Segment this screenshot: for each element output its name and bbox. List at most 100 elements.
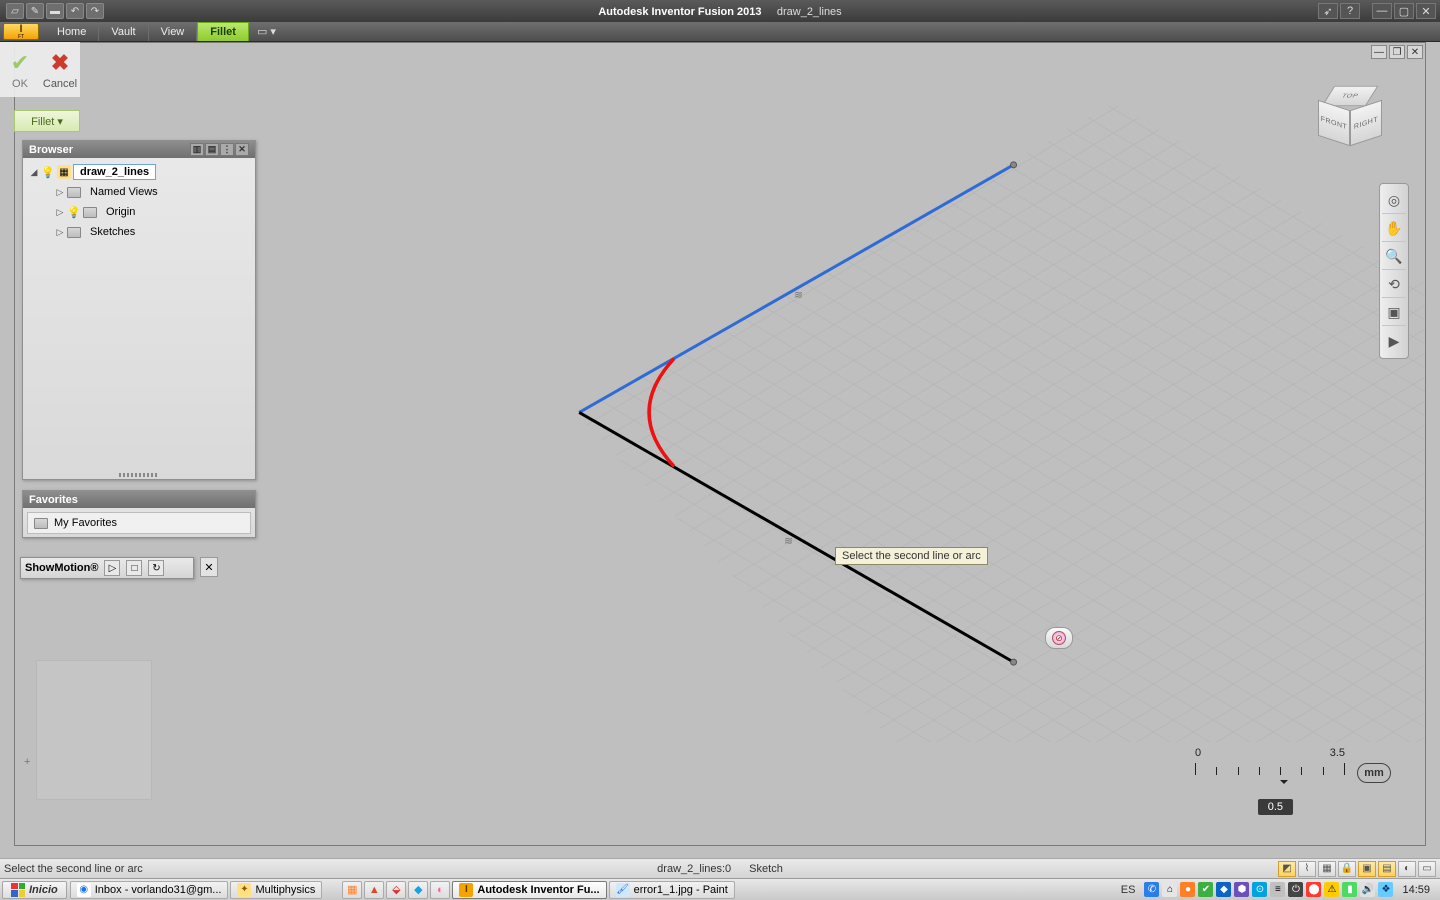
tray-icon[interactable]: ◆ bbox=[1216, 882, 1231, 897]
sb-btn-6[interactable]: ▤ bbox=[1378, 861, 1396, 877]
nav-play-icon[interactable]: ▶ bbox=[1382, 328, 1406, 354]
taskbar-item[interactable]: ✦ Multiphysics bbox=[230, 881, 322, 899]
tab-view[interactable]: View bbox=[149, 22, 198, 41]
tree-item-sketches[interactable]: ▷ Sketches bbox=[25, 222, 253, 242]
doc-restore-button[interactable]: ❐ bbox=[1389, 45, 1405, 59]
taskbar-item-active[interactable]: I Autodesk Inventor Fu... bbox=[452, 881, 606, 899]
taskbar-item-label: error1_1.jpg - Paint bbox=[634, 884, 728, 896]
sb-btn-2[interactable]: ⌇ bbox=[1298, 861, 1316, 877]
windows-flag-icon bbox=[11, 883, 25, 897]
app-name: Autodesk Inventor Fusion 2013 bbox=[598, 6, 761, 18]
tray-icon[interactable]: ⬤ bbox=[1306, 882, 1321, 897]
tray-volume-icon[interactable]: 🔊 bbox=[1360, 882, 1375, 897]
tray-icon[interactable]: ▮ bbox=[1342, 882, 1357, 897]
tree-root[interactable]: ◢ 💡 ▦ draw_2_lines bbox=[25, 162, 253, 182]
help-icon[interactable]: ? bbox=[1340, 3, 1360, 19]
ok-label: OK bbox=[12, 78, 28, 90]
app-menu-button[interactable]: IFT bbox=[3, 23, 39, 40]
panel-close-button[interactable]: ✕ bbox=[235, 143, 249, 156]
sb-btn-8[interactable]: ▭ bbox=[1418, 861, 1436, 877]
tray-icon[interactable]: ⬢ bbox=[1234, 882, 1249, 897]
browser-header[interactable]: Browser ▥ ▤ ⋮ ✕ bbox=[23, 141, 255, 158]
tray-icon[interactable]: ● bbox=[1180, 882, 1195, 897]
nav-orbit-icon[interactable]: ⟲ bbox=[1382, 272, 1406, 298]
nav-lookat-icon[interactable]: ▣ bbox=[1382, 300, 1406, 326]
fillet-dropdown[interactable]: Fillet ▾ bbox=[14, 110, 80, 132]
document-name: draw_2_lines bbox=[777, 6, 842, 18]
tree-root-label[interactable]: draw_2_lines bbox=[73, 164, 156, 180]
nav-zoom-icon[interactable]: 🔍 bbox=[1382, 244, 1406, 270]
add-panel-button[interactable]: + bbox=[24, 756, 30, 768]
expander-icon[interactable]: ◢ bbox=[29, 167, 39, 178]
showmotion-stop-icon[interactable]: □ bbox=[126, 560, 142, 576]
nav-wheel-icon[interactable]: ◎ bbox=[1382, 188, 1406, 214]
tree-label: Named Views bbox=[83, 184, 165, 200]
qat-new-icon[interactable]: ▱ bbox=[6, 3, 24, 19]
viewcube-right[interactable]: RIGHT bbox=[1350, 100, 1382, 146]
quicklaunch-icon[interactable]: ◐ bbox=[430, 881, 450, 899]
unit-pill[interactable]: mm bbox=[1357, 763, 1391, 783]
svg-text:≋: ≋ bbox=[784, 535, 793, 547]
taskbar-item[interactable]: 🖌 error1_1.jpg - Paint bbox=[609, 881, 735, 899]
qat-open-icon[interactable]: ✎ bbox=[26, 3, 44, 19]
expander-icon[interactable]: ▷ bbox=[55, 207, 65, 218]
panel-btn-2[interactable]: ▤ bbox=[205, 143, 219, 156]
sb-btn-5[interactable]: ▣ bbox=[1358, 861, 1376, 877]
minimize-button[interactable]: — bbox=[1372, 3, 1392, 19]
doc-minimize-button[interactable]: — bbox=[1371, 45, 1387, 59]
showmotion-play-icon[interactable]: ▷ bbox=[104, 560, 120, 576]
qat-undo-icon[interactable]: ↶ bbox=[66, 3, 84, 19]
qat-redo-icon[interactable]: ↷ bbox=[86, 3, 104, 19]
close-button[interactable]: ✕ bbox=[1416, 3, 1436, 19]
quicklaunch-icon[interactable]: ⬙ bbox=[386, 881, 406, 899]
tray-icon[interactable]: ⌂ bbox=[1162, 882, 1177, 897]
sb-btn-3[interactable]: ▦ bbox=[1318, 861, 1336, 877]
maximize-button[interactable]: ▢ bbox=[1394, 3, 1414, 19]
panel-resize-handle[interactable] bbox=[119, 473, 159, 477]
expander-icon[interactable]: ▷ bbox=[55, 187, 65, 198]
tab-fillet[interactable]: Fillet bbox=[197, 22, 249, 41]
sb-btn-1[interactable]: ◩ bbox=[1278, 861, 1296, 877]
quicklaunch-icon[interactable]: ▲ bbox=[364, 881, 384, 899]
tray-icon[interactable]: ⊙ bbox=[1252, 882, 1267, 897]
viewcube-front[interactable]: FRONT bbox=[1318, 100, 1350, 146]
tab-vault[interactable]: Vault bbox=[99, 22, 148, 41]
ok-button[interactable]: ✔ OK bbox=[0, 42, 40, 97]
tray-icon[interactable]: ⚠ bbox=[1324, 882, 1339, 897]
expander-icon[interactable]: ▷ bbox=[55, 227, 65, 238]
favorites-header[interactable]: Favorites bbox=[23, 491, 255, 508]
ribbon-toggle-icon[interactable]: ▭ ▾ bbox=[249, 22, 284, 41]
nav-pan-icon[interactable]: ✋ bbox=[1382, 216, 1406, 242]
tray-icon[interactable]: ✔ bbox=[1198, 882, 1213, 897]
tree-item-origin[interactable]: ▷ 💡 Origin bbox=[25, 202, 253, 222]
panel-btn-3[interactable]: ⋮ bbox=[220, 143, 234, 156]
clock[interactable]: 14:59 bbox=[1396, 884, 1436, 896]
bulb-icon[interactable]: 💡 bbox=[67, 205, 81, 219]
cancel-button[interactable]: ✖ Cancel bbox=[40, 42, 80, 97]
bulb-icon[interactable]: 💡 bbox=[41, 165, 55, 179]
constraint-badge-icon[interactable]: ⊘ bbox=[1045, 627, 1073, 649]
tray-icon[interactable]: ✆ bbox=[1144, 882, 1159, 897]
language-indicator[interactable]: ES bbox=[1121, 884, 1136, 896]
taskbar-item[interactable]: ◉ Inbox - vorlando31@gm... bbox=[70, 881, 229, 899]
start-button[interactable]: Inicio bbox=[2, 881, 67, 899]
quicklaunch-icon[interactable]: ◆ bbox=[408, 881, 428, 899]
tray-icon[interactable]: ❖ bbox=[1378, 882, 1393, 897]
tray-icon[interactable]: ⏻ bbox=[1288, 882, 1303, 897]
panel-btn-1[interactable]: ▥ bbox=[190, 143, 204, 156]
showmotion-close-button[interactable]: ✕ bbox=[200, 557, 218, 577]
tray-icon[interactable]: ≡ bbox=[1270, 882, 1285, 897]
view-cube[interactable]: TOP FRONT RIGHT bbox=[1315, 83, 1385, 153]
pointer-icon[interactable]: ➶ bbox=[1318, 3, 1338, 19]
system-tray: ES ✆ ⌂ ● ✔ ◆ ⬢ ⊙ ≡ ⏻ ⬤ ⚠ ▮ 🔊 ❖ 14:59 bbox=[1117, 882, 1440, 897]
quicklaunch-icon[interactable]: ▦ bbox=[342, 881, 362, 899]
showmotion-label: ShowMotion® bbox=[25, 562, 98, 574]
showmotion-loop-icon[interactable]: ↻ bbox=[148, 560, 164, 576]
sb-btn-4[interactable]: 🔒 bbox=[1338, 861, 1356, 877]
qat-save-icon[interactable]: ▬ bbox=[46, 3, 64, 19]
tree-item-named-views[interactable]: ▷ Named Views bbox=[25, 182, 253, 202]
sb-btn-7[interactable]: ◐ bbox=[1398, 861, 1416, 877]
doc-close-button[interactable]: ✕ bbox=[1407, 45, 1423, 59]
favorites-item[interactable]: My Favorites bbox=[27, 512, 251, 534]
tab-home[interactable]: Home bbox=[45, 22, 99, 41]
